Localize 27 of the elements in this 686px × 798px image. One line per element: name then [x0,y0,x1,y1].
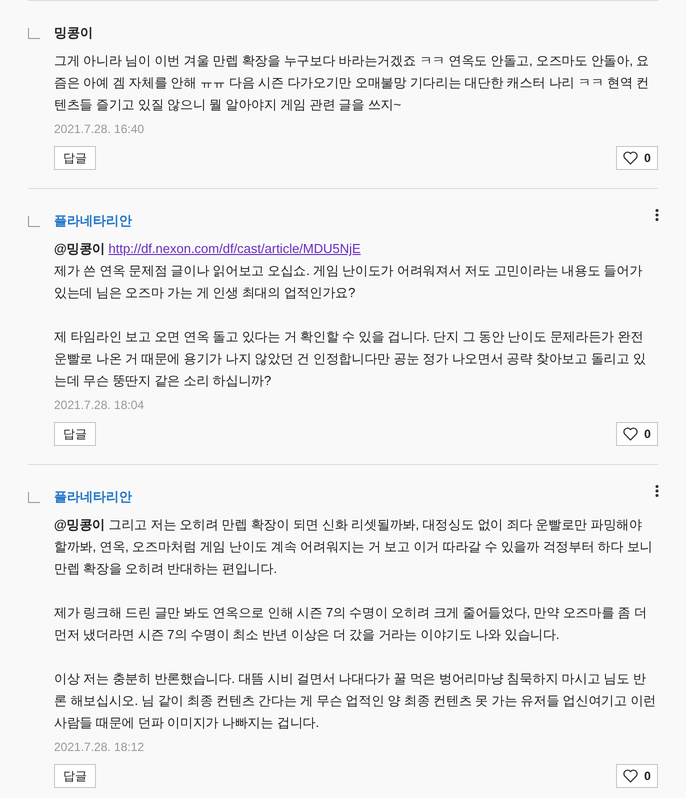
comment-text: 제가 링크해 드린 글만 봐도 연옥으로 인해 시즌 7의 수명이 오히려 크게 줄어들었다, 만약 오즈마를 좀 더 먼저 냈더라면 시즌 7의 수명이 최소 반년 이상은 더 갔을 거라는 이야기도 나와 있습니다. [54,604,648,644]
comment-text: @밍콩이 그리고 저는 오히려 만렙 확장이 되면 신화 리셋될까봐, 대정싱도 없이 죄다 운빨로만 파밍해야 할까봐, 연옥, 오즈마처럼 게임 난이도 계속 어려워지는 거 보고 이거 따라갈 수 있을까 걱정부터 하다 보니 만렙 확장을 오히려 반대하는 편입니다. [54,516,654,578]
comment-text: 제가 쓴 연옥 문제점 글이나 읽어보고 오십쇼. 게임 난이도가 어려워져서 저도 고민이라는 내용도 들어가 있는데 님은 오즈마 가는 게 인생 최대의 업적인가요? [54,262,644,302]
comment-date: 2021.7.28. 16:40 [54,121,146,138]
more-button[interactable] [654,484,660,498]
comment-text: 이상 저는 충분히 반론했습니다. 대뜸 시비 걸면서 나대다가 꿀 먹은 벙어리마냥 침묵하지 마시고 님도 반론 해보십시오. 님 같이 최종 컨텐츠 간다는 게 무슨 업적인 양 최종 컨텐츠 못 가는 유저들 업신여기고 이런 사람들 때문에 던파 이미지가 나빠지는 겁니다. [54,670,658,732]
like-button[interactable]: 0 [616,764,658,788]
reply-corner-icon [28,492,40,503]
article-link[interactable]: http://df.nexon.com/df/cast/article/MDU5NjE [108,241,361,256]
reply-button[interactable]: 답글 [54,146,96,170]
more-button[interactable] [654,208,660,222]
comment-date: 2021.7.28. 18:04 [54,397,146,414]
comment-text: 제 타임라인 보고 오면 연옥 돌고 있다는 거 확인할 수 있을 겁니다. 단지 그 동안 난이도 문제라든가 완전 운빨로 나온 거 때문에 용기가 나지 않았던 건 인정합니다만 공눈 정가 나오면서 공략 찾아보고 돌리고 있는데 무슨 뚱딴지 같은 소리 하십니까? [54,328,647,390]
reply-button[interactable]: 답글 [54,422,96,446]
comment-text: @밍콩이 http://df.nexon.com/df/cast/article/MDU5NjE [54,240,362,258]
like-button[interactable]: 0 [616,422,658,446]
reply-corner-icon [28,28,40,39]
author-name: 플라네타리안 [54,488,132,506]
reply-button[interactable]: 답글 [54,764,96,788]
author-name: 플라네타리안 [54,212,132,230]
reply-corner-icon [28,216,40,227]
vertical-dots-icon [655,209,659,221]
like-button[interactable]: 0 [616,146,658,170]
vertical-dots-icon [655,485,659,497]
author-name: 밍콩이 [54,24,93,42]
comment-text: 그게 아니라 님이 이번 겨울 만렙 확장을 누구보다 바라는거겠죠 ㅋㅋ 연옥도 안돌고, 오즈마도 안돌아, 요즘은 아예 겜 자체를 안해 ㅠㅠ 다음 시즌 다가오기만 오매불망 기다리는 대단한 캐스터 나리 ㅋㅋ 현역 컨텐츠들 즐기고 있질 않으니 뭘 알아야지 게임 관련 글을 쓰지~ [54,52,650,114]
comment-date: 2021.7.28. 18:12 [54,739,146,756]
